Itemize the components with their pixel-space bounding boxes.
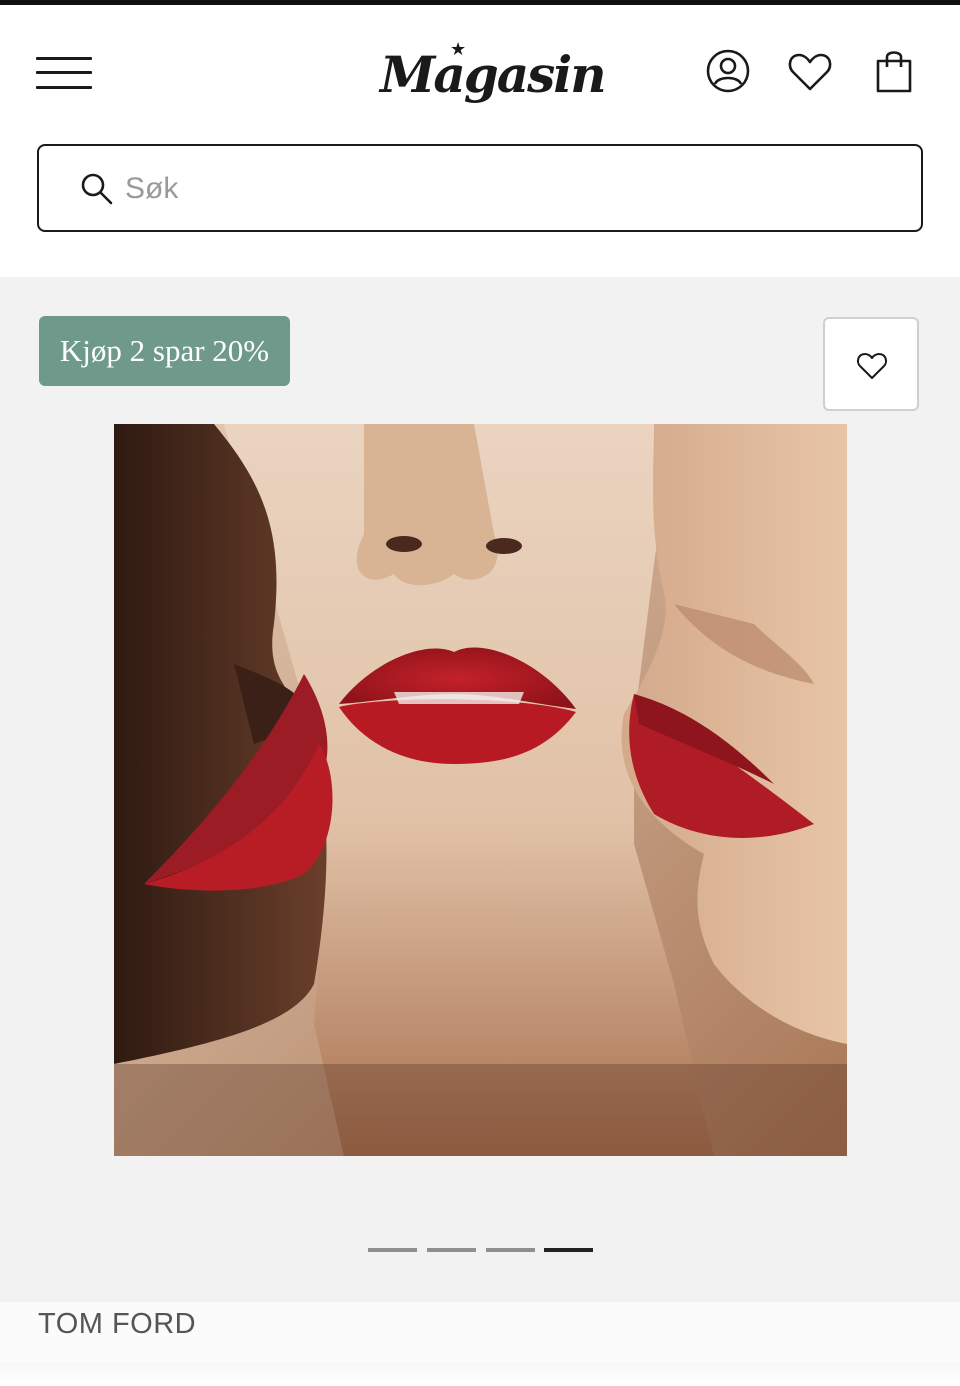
carousel-dot-4-active[interactable] (544, 1248, 593, 1252)
account-icon[interactable] (702, 45, 754, 97)
product-gallery: Kjøp 2 spar 20% (0, 277, 960, 1302)
menu-icon[interactable] (36, 53, 92, 93)
brand-name[interactable]: TOM FORD (38, 1308, 196, 1341)
carousel-dot-1[interactable] (368, 1248, 417, 1252)
magasin-logo[interactable]: ★ Magasin (380, 37, 607, 117)
search-input[interactable] (123, 164, 887, 214)
product-image[interactable] (114, 424, 847, 1156)
logo-text: Magasin (380, 45, 607, 104)
shopping-bag-icon[interactable] (868, 45, 920, 97)
search-field[interactable] (37, 144, 923, 232)
lips-photo (114, 424, 847, 1156)
site-header: ★ Magasin (0, 5, 960, 140)
promo-badge: Kjøp 2 spar 20% (39, 316, 290, 386)
carousel-dot-2[interactable] (427, 1248, 476, 1252)
carousel-dot-3[interactable] (486, 1248, 535, 1252)
add-to-wishlist-button[interactable] (823, 317, 919, 411)
search-icon (81, 173, 113, 205)
bottom-shade (0, 1362, 960, 1386)
heart-icon[interactable] (784, 45, 836, 97)
heart-icon (856, 353, 888, 379)
